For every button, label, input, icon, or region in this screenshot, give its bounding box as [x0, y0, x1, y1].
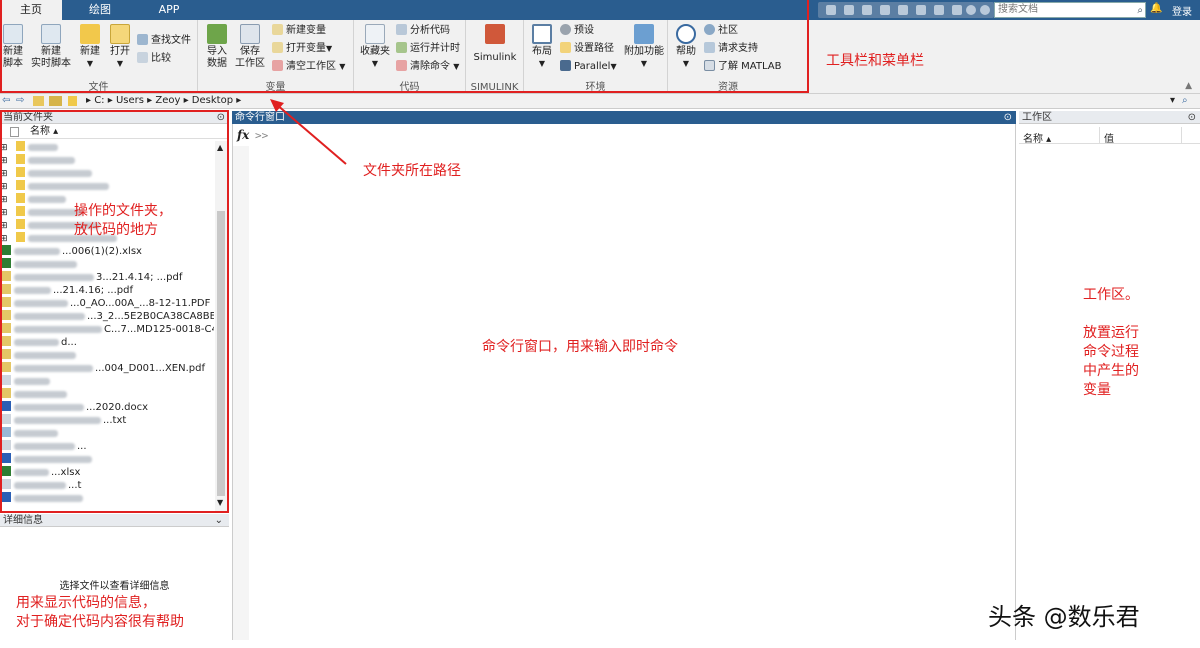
details-label: 详细信息	[3, 515, 43, 526]
path-folder-icon	[68, 96, 77, 106]
back-arrow-icon[interactable]: ⇦	[2, 94, 10, 108]
folder-annotation: 操作的文件夹， 放代码的地方	[74, 203, 172, 238]
toolbar-annotation-box	[0, 0, 809, 93]
command-window-gutter	[233, 146, 249, 640]
fx-icon[interactable]: fx	[237, 128, 249, 142]
switch-windows-icon[interactable]	[934, 5, 944, 15]
details-title: 详细信息 ⌄	[0, 514, 229, 527]
workspace-value-column[interactable]: 值	[1104, 130, 1114, 145]
doc-search-input[interactable]: 搜索文档 ⌕	[994, 2, 1146, 18]
copy-icon[interactable]	[862, 5, 872, 15]
path-search-icon[interactable]: ⌕	[1182, 94, 1188, 108]
workspace-title: 工作区 ⊙	[1019, 111, 1200, 124]
cut-icon[interactable]	[844, 5, 854, 15]
search-icon[interactable]: ⌕	[1137, 4, 1143, 18]
browse-folder-icon[interactable]	[49, 96, 62, 106]
workspace-menu-icon[interactable]: ⊙	[1188, 111, 1196, 124]
details-annotation: 用来显示代码的信息， 对于确定代码内容很有帮助	[16, 595, 184, 630]
command-window[interactable]: fx >>	[232, 124, 1016, 640]
details-hint: 选择文件以查看详细信息	[59, 581, 170, 592]
login-link[interactable]: 登录	[1172, 3, 1192, 18]
collapse-ribbon-icon[interactable]: ▲	[1185, 81, 1192, 91]
command-annotation: 命令行窗口，用来输入即时命令	[482, 339, 678, 355]
folder-annotation-box	[0, 110, 229, 513]
path-part-drive[interactable]: C:	[94, 95, 104, 106]
help-icon[interactable]	[966, 5, 976, 15]
redo-icon[interactable]	[916, 5, 926, 15]
workspace-name-column[interactable]: 名称 ▴	[1023, 130, 1051, 145]
forward-arrow-icon[interactable]: ⇨	[16, 94, 24, 108]
paste-icon[interactable]	[880, 5, 890, 15]
workspace-header: 名称 ▴ 值	[1019, 127, 1200, 145]
address-bar: ⇦ ⇨ ▸ C: ▸ Users ▸ Zeoy ▸ Desktop ▸ ▾ ⌕	[0, 94, 1200, 109]
up-folder-icon[interactable]	[33, 96, 44, 106]
path-dropdown-icon[interactable]: ▾	[1170, 94, 1175, 108]
path-breadcrumb[interactable]: ▸ C: ▸ Users ▸ Zeoy ▸ Desktop ▸	[86, 94, 241, 108]
options-icon[interactable]	[980, 5, 990, 15]
path-part-desktop[interactable]: Desktop	[192, 95, 233, 106]
layout-icon[interactable]	[952, 5, 962, 15]
notification-bell-icon[interactable]: 🔔	[1150, 3, 1162, 14]
path-part-user[interactable]: Zeoy	[155, 95, 180, 106]
toolbar-annotation: 工具栏和菜单栏	[826, 53, 924, 69]
path-annotation: 文件夹所在路径	[363, 163, 461, 179]
annotation-arrow	[270, 99, 347, 165]
details-expand-icon[interactable]: ⌄	[215, 514, 223, 527]
quick-access-toolbar	[818, 2, 994, 18]
workspace-label: 工作区	[1022, 112, 1052, 123]
path-part-users[interactable]: Users	[116, 95, 144, 106]
search-placeholder: 搜索文档	[998, 4, 1038, 15]
undo-icon[interactable]	[898, 5, 908, 15]
save-icon[interactable]	[826, 5, 836, 15]
workspace-annotation: 工作区。 放置运行 命令过程 中产生的 变量	[1083, 287, 1139, 398]
watermark: 头条 @数乐君	[988, 603, 1140, 631]
command-window-menu-icon[interactable]: ⊙	[1004, 111, 1012, 124]
